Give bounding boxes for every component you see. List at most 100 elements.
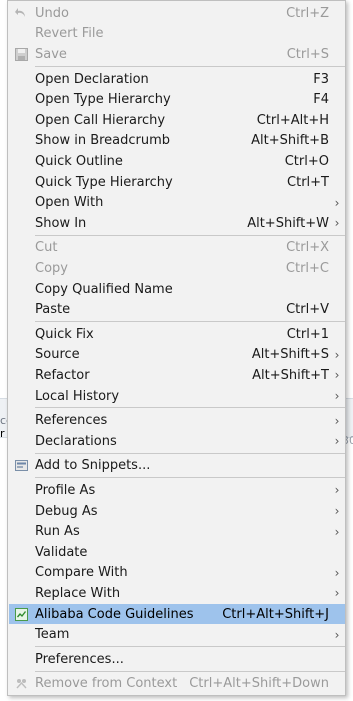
menu-item-quick-type-hierarchy[interactable]: Quick Type Hierarchy Ctrl+T	[9, 172, 345, 193]
chevron-right-icon: ›	[334, 627, 340, 642]
menu-item-copy-qualified-name[interactable]: Copy Qualified Name	[9, 279, 345, 300]
menu-item-team[interactable]: Team ›	[9, 624, 345, 645]
menu-item-show-in[interactable]: Show In Alt+Shift+W ›	[9, 213, 345, 234]
menu-item-label: Debug As	[35, 503, 98, 519]
editor-background-text: r	[0, 427, 5, 440]
menu-item-shortcut: F4	[313, 92, 329, 108]
menu-item-label: Alibaba Code Guidelines	[35, 606, 194, 622]
menu-item-preferences[interactable]: Preferences...	[9, 649, 345, 670]
menu-item-paste[interactable]: Paste Ctrl+V	[9, 299, 345, 320]
menu-separator	[35, 407, 345, 409]
menu-item-shortcut: Alt+Shift+S	[251, 347, 329, 363]
menu-item-label: Open With	[35, 195, 104, 211]
chevron-right-icon: ›	[334, 389, 340, 404]
menu-item-undo[interactable]: Undo Ctrl+Z	[9, 3, 345, 24]
chevron-right-icon: ›	[334, 504, 340, 519]
menu-item-label: Paste	[35, 302, 71, 318]
menu-item-label: Quick Type Hierarchy	[35, 174, 173, 190]
chevron-right-icon: ›	[334, 195, 340, 210]
menu-item-revert-file[interactable]: Revert File	[9, 24, 345, 45]
menu-item-label: Add to Snippets...	[35, 458, 151, 474]
menu-item-show-in-breadcrumb[interactable]: Show in Breadcrumb Alt+Shift+B	[9, 131, 345, 152]
menu-item-shortcut: Ctrl+Alt+H	[256, 112, 329, 128]
menu-item-open-type-hierarchy[interactable]: Open Type Hierarchy F4	[9, 89, 345, 110]
chevron-right-icon: ›	[334, 483, 340, 498]
menu-item-copy[interactable]: Copy Ctrl+C	[9, 258, 345, 279]
menu-item-label: Open Call Hierarchy	[35, 112, 166, 128]
menu-item-label: References	[35, 413, 108, 429]
menu-item-replace-with[interactable]: Replace With ›	[9, 583, 345, 604]
menu-item-alibaba-code-guidelines[interactable]: Alibaba Code Guidelines Ctrl+Alt+Shift+J	[9, 603, 345, 625]
menu-item-remove-from-context[interactable]: Remove from Context Ctrl+Alt+Shift+Down	[9, 674, 345, 695]
chevron-right-icon: ›	[334, 413, 340, 428]
menu-item-label: Open Declaration	[35, 71, 149, 87]
menu-item-shortcut: Alt+Shift+B	[251, 133, 329, 149]
menu-item-local-history[interactable]: Local History ›	[9, 386, 345, 407]
menu-item-source[interactable]: Source Alt+Shift+S ›	[9, 345, 345, 366]
chevron-right-icon: ›	[334, 368, 340, 383]
menu-item-open-call-hierarchy[interactable]: Open Call Hierarchy Ctrl+Alt+H	[9, 110, 345, 131]
menu-separator	[35, 65, 345, 67]
menu-separator	[35, 646, 345, 647]
menu-item-label: Compare With	[35, 565, 128, 581]
menu-item-run-as[interactable]: Run As ›	[9, 521, 345, 542]
menu-item-shortcut: Ctrl+O	[284, 153, 329, 169]
menu-item-label: Local History	[35, 388, 120, 404]
menu-item-label: Validate	[35, 544, 88, 560]
menu-item-refactor[interactable]: Refactor Alt+Shift+T ›	[9, 365, 345, 386]
menu-item-shortcut: Ctrl+T	[287, 174, 329, 190]
menu-item-label: Preferences...	[35, 651, 124, 667]
menu-item-open-with[interactable]: Open With ›	[9, 192, 345, 213]
menu-item-shortcut: Ctrl+Alt+Shift+Down	[189, 676, 329, 692]
chevron-right-icon: ›	[334, 216, 340, 231]
menu-item-shortcut: Ctrl+X	[286, 240, 329, 256]
menu-item-label: Revert File	[35, 26, 104, 42]
menu-item-label: Declarations	[35, 433, 117, 449]
menu-item-compare-with[interactable]: Compare With ›	[9, 563, 345, 584]
menu-item-references[interactable]: References ›	[9, 410, 345, 431]
menu-item-label: Show in Breadcrumb	[35, 133, 171, 149]
menu-item-label: Save	[35, 46, 67, 62]
menu-item-shortcut: Ctrl+C	[285, 260, 329, 276]
menu-separator	[35, 670, 345, 672]
menu-item-label: Quick Outline	[35, 153, 123, 169]
menu-item-shortcut: Ctrl+S	[286, 46, 329, 62]
menu-item-label: Source	[35, 347, 80, 363]
menu-item-label: Copy Qualified Name	[35, 281, 173, 297]
chevron-right-icon: ›	[334, 586, 340, 601]
menu-item-shortcut: Ctrl+Z	[286, 5, 329, 21]
menu-item-quick-fix[interactable]: Quick Fix Ctrl+1	[9, 324, 345, 345]
context-menu: Undo Ctrl+Z Revert File Save Ctrl+S Open…	[7, 0, 346, 697]
menu-separator	[35, 477, 345, 479]
menu-item-shortcut: Ctrl+Alt+Shift+J	[222, 606, 329, 622]
menu-item-debug-as[interactable]: Debug As ›	[9, 501, 345, 522]
snippets-icon	[13, 458, 29, 474]
menu-item-label: Open Type Hierarchy	[35, 92, 171, 108]
menu-separator	[35, 452, 345, 454]
chevron-right-icon: ›	[334, 565, 340, 580]
menu-item-cut[interactable]: Cut Ctrl+X	[9, 238, 345, 259]
menu-item-profile-as[interactable]: Profile As ›	[9, 480, 345, 501]
menu-item-open-declaration[interactable]: Open Declaration F3	[9, 69, 345, 90]
menu-item-shortcut: Ctrl+V	[286, 302, 329, 318]
menu-item-label: Show In	[35, 215, 87, 231]
menu-separator	[35, 234, 345, 236]
menu-item-validate[interactable]: Validate	[9, 542, 345, 563]
menu-item-add-to-snippets[interactable]: Add to Snippets...	[9, 456, 345, 477]
alibaba-guidelines-icon	[13, 606, 29, 622]
menu-item-shortcut: F3	[313, 71, 329, 87]
menu-item-declarations[interactable]: Declarations ›	[9, 431, 345, 452]
menu-item-label: Undo	[35, 5, 69, 21]
menu-item-shortcut: Alt+Shift+W	[247, 215, 329, 231]
menu-item-quick-outline[interactable]: Quick Outline Ctrl+O	[9, 151, 345, 172]
menu-item-label: Refactor	[35, 367, 90, 383]
menu-item-shortcut: Ctrl+1	[286, 326, 329, 342]
menu-item-save[interactable]: Save Ctrl+S	[9, 44, 345, 65]
menu-item-label: Run As	[35, 524, 80, 540]
remove-context-icon	[13, 676, 29, 692]
menu-item-label: Copy	[35, 260, 68, 276]
menu-separator	[35, 321, 345, 322]
menu-item-label: Team	[35, 627, 70, 643]
chevron-right-icon: ›	[334, 434, 340, 449]
menu-item-label: Replace With	[35, 585, 121, 601]
